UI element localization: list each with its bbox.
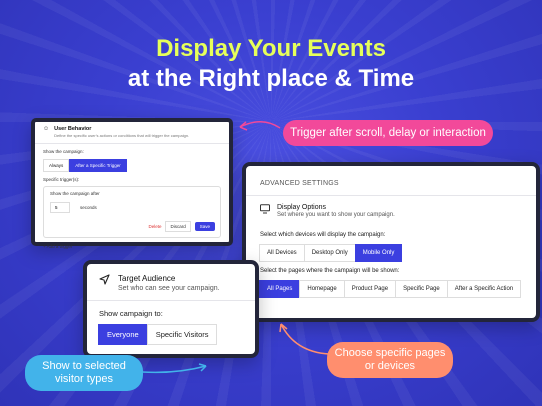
show-campaign-toggle: Always After a Specific Trigger xyxy=(43,159,221,172)
callout-pages-line1: Choose specific pages xyxy=(334,347,446,359)
headline-line1: Display Your Events xyxy=(156,35,386,62)
arrow-pages xyxy=(279,323,330,355)
audience-selector: Everyone Specific Visitors xyxy=(87,318,255,351)
trigger-inner-label: Show the campaign after xyxy=(50,191,100,196)
page-all[interactable]: All Pages xyxy=(259,280,301,298)
page-homepage[interactable]: Homepage xyxy=(299,280,345,298)
callout-trigger: Trigger after scroll, delay or interacti… xyxy=(283,120,493,146)
advanced-settings-heading: ADVANCED SETTINGS xyxy=(246,166,536,196)
devices-selector: All Devices Desktop Only Mobile Only xyxy=(246,244,536,262)
arrow-trigger xyxy=(239,121,281,131)
audience-title: Target Audience xyxy=(118,274,176,283)
headline: Display Your Events at the Right place &… xyxy=(0,34,542,94)
page-product[interactable]: Product Page xyxy=(343,280,397,298)
device-mobile[interactable]: Mobile Only xyxy=(354,244,403,262)
callout-visitors-line2: visitor types xyxy=(54,373,114,385)
callout-pages: Choose specific pages or devices xyxy=(327,342,453,378)
behavior-header: ☺ User Behavior Define the specific user… xyxy=(35,122,229,144)
user-behavior-card: ☺ User Behavior Define the specific user… xyxy=(31,118,233,249)
save-button[interactable]: Save xyxy=(194,222,215,231)
pages-label: Select the pages where the campaign will… xyxy=(260,268,400,274)
audience-subtitle: Set who can see your campaign. xyxy=(118,285,220,292)
seconds-unit: seconds xyxy=(80,205,97,210)
show-campaign-to-label: Show campaign to: xyxy=(99,309,163,318)
audience-everyone[interactable]: Everyone xyxy=(98,324,148,345)
discard-button[interactable]: Discard xyxy=(165,221,191,232)
monitor-icon xyxy=(260,204,270,214)
trigger-box: Show the campaign after 5 seconds Delete… xyxy=(43,186,221,238)
specific-trigger-label: Specific trigger(s): xyxy=(43,177,80,182)
page-after-action[interactable]: After a Specific Action xyxy=(446,280,522,298)
device-all[interactable]: All Devices xyxy=(259,244,305,262)
audience-specific-visitors[interactable]: Specific Visitors xyxy=(146,324,218,345)
page-specific[interactable]: Specific Page xyxy=(395,280,448,298)
user-icon: ☺ xyxy=(43,126,50,132)
advanced-settings-card: ADVANCED SETTINGS Display Options Set wh… xyxy=(242,162,540,322)
display-options-subtitle: Set where you want to show your campaign… xyxy=(277,212,395,218)
display-options-title: Display Options xyxy=(277,204,327,211)
pages-selector: All Pages Homepage Product Page Specific… xyxy=(246,280,536,298)
seconds-input[interactable]: 5 xyxy=(50,202,70,213)
target-audience-card: Target Audience Set who can see your cam… xyxy=(83,260,259,358)
show-campaign-label: Show the campaign: xyxy=(43,149,84,154)
callout-pages-line2: or devices xyxy=(364,360,416,372)
option-after-trigger[interactable]: After a Specific Trigger xyxy=(69,159,127,172)
behavior-title: User Behavior xyxy=(54,126,92,132)
callout-visitors: Show to selected visitor types xyxy=(25,355,143,391)
devices-label: Select which devices will display the ca… xyxy=(260,232,386,238)
arrow-visitors xyxy=(141,363,207,374)
callout-visitors-line1: Show to selected xyxy=(42,360,126,372)
cursor-arrow-icon xyxy=(99,274,110,285)
add-trigger-link[interactable]: + Add a trigger xyxy=(43,244,221,249)
headline-line2: at the Right place & Time xyxy=(127,65,415,92)
delete-button[interactable]: Delete xyxy=(148,224,161,229)
device-desktop[interactable]: Desktop Only xyxy=(303,244,356,262)
option-always[interactable]: Always xyxy=(43,159,70,172)
behavior-description: Define the specific user's actions or co… xyxy=(54,133,190,138)
